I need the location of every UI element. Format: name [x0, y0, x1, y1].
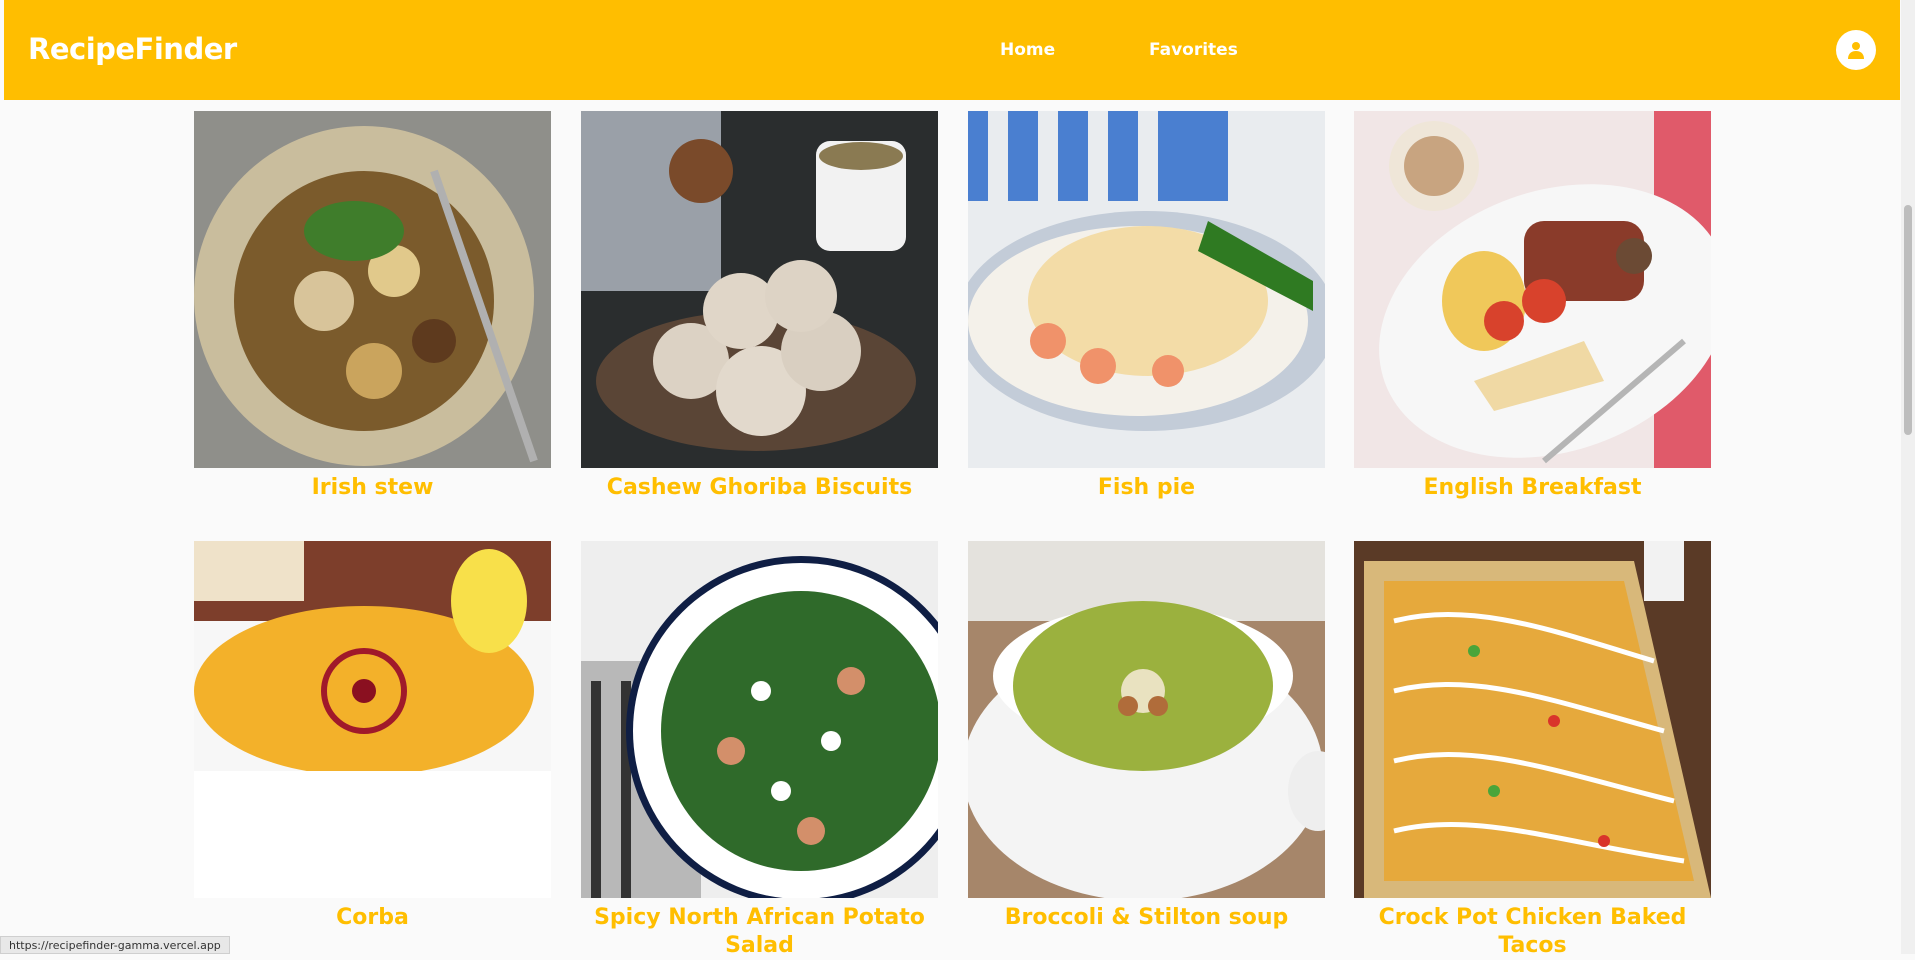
recipe-title[interactable]: English Breakfast — [1354, 474, 1711, 502]
scrollbar-thumb[interactable] — [1904, 205, 1912, 435]
recipe-title[interactable]: Crock Pot Chicken Baked Tacos — [1354, 904, 1711, 960]
recipe-title[interactable]: Spicy North African Potato Salad — [581, 904, 938, 960]
vertical-scrollbar[interactable] — [1901, 0, 1915, 954]
recipe-card[interactable]: Irish stew — [194, 111, 551, 502]
nav-home-link[interactable]: Home — [1000, 40, 1055, 60]
recipe-image[interactable] — [968, 541, 1325, 898]
recipe-image[interactable] — [194, 111, 551, 468]
recipe-image[interactable] — [581, 541, 938, 898]
recipe-image[interactable] — [1354, 111, 1711, 468]
recipe-image[interactable] — [968, 111, 1325, 468]
recipe-title[interactable]: Cashew Ghoriba Biscuits — [581, 474, 938, 502]
recipe-title[interactable]: Fish pie — [968, 474, 1325, 502]
recipe-card[interactable]: Crock Pot Chicken Baked Tacos — [1354, 541, 1711, 960]
recipe-title[interactable]: Corba — [194, 904, 551, 932]
recipe-image[interactable] — [194, 541, 551, 898]
brand-logo[interactable]: RecipeFinder — [28, 32, 237, 66]
recipe-card[interactable]: Cashew Ghoriba Biscuits — [581, 111, 938, 502]
recipe-card[interactable]: Corba — [194, 541, 551, 932]
recipe-title[interactable]: Irish stew — [194, 474, 551, 502]
account-button[interactable] — [1836, 30, 1876, 70]
recipe-card[interactable]: Spicy North African Potato Salad — [581, 541, 938, 960]
recipe-image[interactable] — [581, 111, 938, 468]
recipe-card[interactable]: Broccoli & Stilton soup — [968, 541, 1325, 932]
user-icon — [1846, 40, 1866, 60]
recipe-title[interactable]: Broccoli & Stilton soup — [968, 904, 1325, 932]
recipe-card[interactable]: Fish pie — [968, 111, 1325, 502]
recipe-card[interactable]: English Breakfast — [1354, 111, 1711, 502]
status-bar-url: https://recipefinder-gamma.vercel.app — [0, 936, 230, 954]
recipe-image[interactable] — [1354, 541, 1711, 898]
nav-favorites-link[interactable]: Favorites — [1149, 40, 1238, 60]
navbar: RecipeFinder Home Favorites — [4, 0, 1900, 100]
